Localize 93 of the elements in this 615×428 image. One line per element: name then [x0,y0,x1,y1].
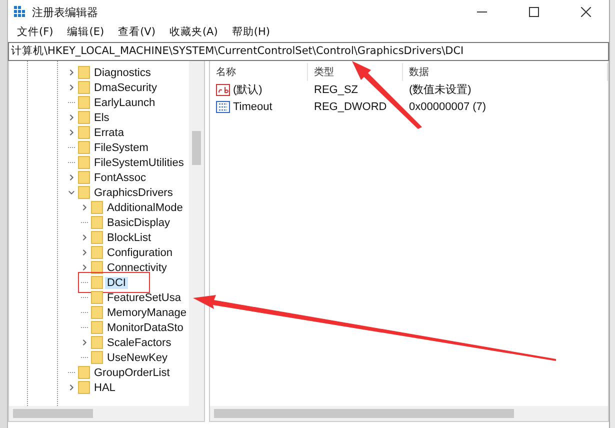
tree-item[interactable]: GraphicsDrivers [92,186,175,198]
horizontal-scrollbar[interactable] [210,406,608,421]
tree-item[interactable]: Configuration [105,246,174,258]
tree-item[interactable]: Diagnostics [92,66,153,78]
tree-item[interactable]: DmaSecurity [92,82,159,94]
tree-item[interactable]: HAL [92,382,118,394]
window-title: 注册表编辑器 [32,4,99,20]
value-type: REG_DWORD [313,100,388,114]
tree-item[interactable]: EarlyLaunch [92,96,158,108]
chevron-icon[interactable] [81,249,88,256]
value-name-text: Timeout [233,100,272,112]
folder-icon [78,126,90,139]
tree-item[interactable]: MonitorDataSto [105,322,186,334]
connector-line [68,162,75,163]
chevron-icon[interactable] [81,264,88,271]
connector-line [81,222,88,223]
tree-item[interactable]: ScaleFactors [105,336,174,348]
tree-item[interactable]: FileSystemUtilities [92,156,186,168]
folder-icon [78,366,90,379]
chevron-icon[interactable] [68,84,75,91]
chevron-icon[interactable] [68,189,75,196]
folder-icon [91,201,103,214]
tree-item[interactable]: Errata [92,126,126,138]
chevron-icon[interactable] [68,114,75,121]
value-name[interactable]: (默认) [210,81,308,98]
connector-line [68,372,75,373]
tree-item[interactable]: FontAssoc [92,172,148,184]
folder-icon [91,291,103,304]
chevron-icon[interactable] [68,384,75,391]
folder-icon [91,351,103,364]
folder-icon [91,231,103,244]
menu-item[interactable]: 帮助(H) [224,24,277,40]
menu-item[interactable]: 查看(V) [111,24,162,40]
horizontal-scrollbar[interactable] [9,406,204,421]
chevron-icon[interactable] [81,234,88,241]
value-data: 0x00000007 (7) [408,100,488,114]
chevron-icon[interactable] [68,174,75,181]
tree-item[interactable]: FeatureSetUsa [105,292,183,304]
connector-line [81,282,88,283]
menu-item[interactable]: 收藏夹(A) [162,24,225,40]
folder-icon [78,156,90,169]
folder-icon [78,186,90,199]
folder-icon [78,81,90,94]
connector-line [81,297,88,298]
folder-icon [91,321,103,334]
folder-icon [91,276,103,289]
menu-item[interactable]: 编辑(E) [60,24,112,40]
tree-item[interactable]: UseNewKey [105,352,170,364]
connector-line [68,102,75,103]
value-type: REG_SZ [313,82,360,98]
tree-item[interactable]: FileSystem [92,142,150,154]
value-name-text: (默认) [233,83,262,97]
maximize-icon [529,7,539,17]
string-value-icon [216,84,230,96]
vertical-scrollbar[interactable] [189,61,204,406]
column-header[interactable]: 名称 [210,63,308,81]
tree-item[interactable]: MemoryManage [105,306,188,318]
folder-icon [78,111,90,124]
folder-icon [78,141,90,154]
folder-icon [91,216,103,229]
tree-item[interactable]: AdditionalMode [105,202,185,214]
tree-item[interactable]: BlockList [105,232,154,244]
value-data: (数值未设置) [408,83,472,98]
folder-icon [78,381,90,394]
connector-line [81,312,88,313]
value-name[interactable]: Timeout [210,98,308,115]
connector-line [68,147,75,148]
chevron-icon[interactable] [68,69,75,76]
folder-icon [78,66,90,79]
app-icon [14,6,26,18]
folder-icon [78,96,90,109]
connector-line [81,327,88,328]
close-icon [581,7,591,17]
tree-item[interactable]: GroupOrderList [92,366,172,378]
address-field[interactable]: 计算机\HKEY_LOCAL_MACHINE\SYSTEM\CurrentControlSet\Control\GraphicsDrivers\DCI [8,42,609,61]
connector-line [81,357,88,358]
column-header[interactable]: 数据 [403,63,608,81]
tree-item[interactable]: BasicDisplay [105,216,172,228]
minimize-icon [477,11,487,13]
chevron-icon[interactable] [81,339,88,346]
folder-icon [91,336,103,349]
binary-value-icon [216,100,230,112]
tree-item[interactable]: DCI [105,276,128,288]
highlight-frame [78,272,150,293]
chevron-icon[interactable] [68,129,75,136]
tree-item[interactable]: Els [92,112,112,124]
tree-item[interactable]: Connectivity [105,262,169,274]
folder-icon [78,171,90,184]
folder-icon [91,261,103,274]
chevron-icon[interactable] [81,204,88,211]
folder-icon [91,246,103,259]
menu-item[interactable]: 文件(F) [10,24,60,40]
folder-icon [91,306,103,319]
